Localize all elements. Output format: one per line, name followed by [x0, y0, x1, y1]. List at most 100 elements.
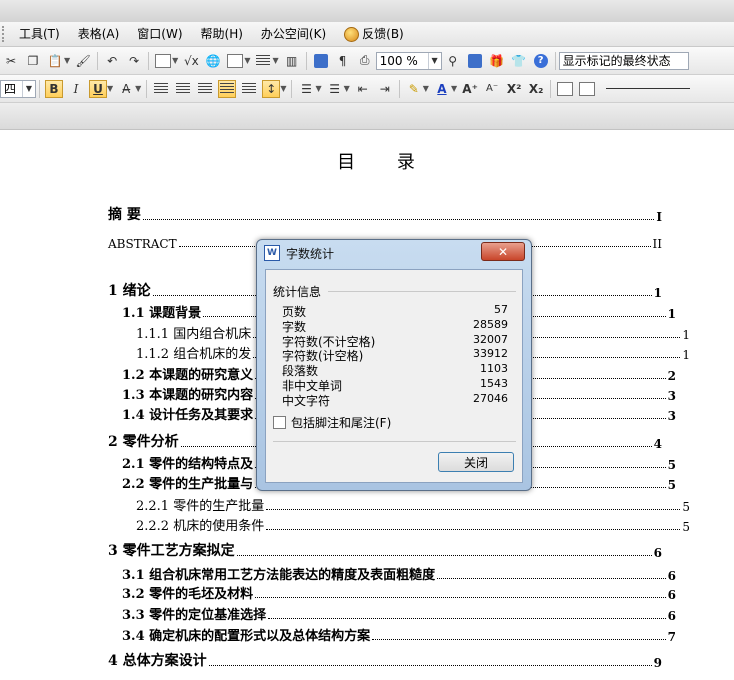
table-dropdown-icon[interactable]: ▼	[172, 56, 178, 65]
toc-entry[interactable]: 3.2 零件的毛坯及材料 6	[108, 582, 676, 602]
numbering-icon[interactable]: ☰	[297, 80, 315, 98]
binoculars-icon[interactable]: ⚲	[444, 52, 462, 70]
menu-office-space[interactable]: 办公空间(K)	[252, 23, 335, 45]
toc-entry[interactable]: 摘 要I	[108, 204, 662, 224]
decrease-indent-icon[interactable]: ⇤	[354, 80, 372, 98]
toc-entry[interactable]: 3.4 确定机床的配置形式以及总体结构方案 7	[108, 624, 676, 644]
superscript-icon[interactable]: X²	[505, 80, 523, 98]
close-button[interactable]: 关闭	[438, 452, 514, 472]
increase-indent-icon[interactable]: ⇥	[376, 80, 394, 98]
menu-window[interactable]: 窗口(W)	[128, 23, 191, 45]
grid-dropdown-icon[interactable]: ▼	[244, 56, 250, 65]
toc-entry-page: 5	[667, 458, 676, 472]
toolbar-separator	[550, 79, 552, 98]
toc-entry[interactable]: 2.2.2 机床的使用条件 5	[108, 514, 690, 534]
toolbar-separator	[148, 51, 150, 70]
toc-entry-title: 3.1 组合机床常用工艺方法能表达的精度及表面粗糙度	[122, 568, 436, 583]
toc-entry[interactable]: 4 总体方案设计 9	[108, 650, 662, 670]
distribute-icon[interactable]	[240, 80, 258, 98]
toc-entry[interactable]: 3 零件工艺方案拟定 6	[108, 540, 662, 560]
highlight-icon[interactable]: ✎	[405, 80, 423, 98]
show-marks-icon[interactable]: ¶	[334, 52, 352, 70]
align-right-icon[interactable]	[196, 80, 214, 98]
underline-button[interactable]: U	[89, 79, 107, 98]
markup-mode-select[interactable]: 显示标记的最终状态	[558, 51, 689, 70]
toc-entry[interactable]: 3.1 组合机床常用工艺方法能表达的精度及表面粗糙度 6	[108, 563, 676, 583]
font-size-dropdown-icon[interactable]: ▼	[22, 80, 35, 97]
table-border-icon[interactable]	[578, 80, 596, 98]
stat-row: 字符数(计空格) 33912	[282, 347, 508, 363]
zoom-dropdown-icon[interactable]: ▼	[427, 52, 441, 69]
undo-icon[interactable]: ↶	[103, 52, 121, 70]
zoom-select[interactable]: 100 % ▼	[375, 51, 442, 70]
shrink-font-icon[interactable]: A⁻	[483, 80, 501, 98]
document-map-icon[interactable]	[312, 52, 330, 70]
font-color-icon[interactable]: A	[433, 80, 451, 98]
subscript-icon[interactable]: X₂	[527, 80, 545, 98]
format-painter-icon[interactable]: 🖌	[74, 52, 92, 70]
stat-value: 32007	[473, 332, 508, 346]
menu-table[interactable]: 表格(A)	[69, 23, 129, 45]
columns-icon[interactable]	[254, 52, 272, 70]
toolbar-separator	[146, 79, 148, 98]
toc-entry-title: 1.3 本课题的研究内容	[122, 388, 254, 403]
toc-entry-page: 1	[653, 286, 662, 300]
font-color-dropdown-icon[interactable]: ▼	[451, 84, 457, 93]
menu-feedback[interactable]: 反馈(B)	[335, 23, 413, 45]
dialog-titlebar[interactable]: W 字数统计 ✕	[257, 240, 531, 266]
char-shading-dropdown-icon[interactable]: ▼	[135, 84, 141, 93]
menu-help[interactable]: 帮助(H)	[192, 23, 252, 45]
toolbar-separator	[554, 51, 556, 70]
paste-icon[interactable]: 📋	[46, 52, 64, 70]
stat-row: 中文字符 27046	[282, 392, 508, 408]
gift-icon[interactable]: 🎁	[488, 52, 506, 70]
grow-font-icon[interactable]: A⁺	[461, 80, 479, 98]
insert-table-icon[interactable]	[154, 52, 172, 70]
toc-entry-title: 2.2 零件的生产批量与	[122, 477, 254, 492]
toc-entry[interactable]: 2.2.1 零件的生产批量 5	[108, 494, 690, 514]
numbering-dropdown-icon[interactable]: ▼	[315, 84, 321, 93]
align-justify-icon[interactable]	[218, 79, 237, 98]
menubar-grip[interactable]	[2, 26, 10, 42]
formula-icon[interactable]: √x	[182, 52, 200, 70]
char-shading-icon[interactable]: A̶	[117, 80, 135, 98]
border-icon[interactable]	[556, 80, 574, 98]
copy-icon[interactable]: ❐	[24, 52, 42, 70]
columns-dropdown-icon[interactable]: ▼	[272, 56, 278, 65]
cut-icon[interactable]: ✂	[2, 52, 20, 70]
bullets-icon[interactable]: ☰	[326, 80, 344, 98]
help-icon[interactable]: ?	[532, 52, 550, 70]
bold-button[interactable]: B	[45, 79, 63, 98]
highlight-dropdown-icon[interactable]: ▼	[423, 84, 429, 93]
zoom-value: 100 %	[379, 53, 418, 68]
toc-entry[interactable]: 3.3 零件的定位基准选择 6	[108, 603, 676, 623]
stat-label: 非中文单词	[282, 379, 343, 393]
toc-leader-dots	[208, 665, 652, 666]
close-icon[interactable]: ✕	[481, 242, 525, 261]
drawing-icon[interactable]: ▥	[283, 52, 301, 70]
toolbar-separator	[97, 51, 99, 70]
print-preview-icon[interactable]: ⎙	[356, 52, 374, 70]
italic-button[interactable]: I	[67, 80, 85, 98]
toc-entry-page: 5	[667, 478, 676, 492]
shirt-icon[interactable]: 👕	[510, 52, 528, 70]
include-footnotes-checkbox[interactable]: 包括脚注和尾注(F)	[273, 414, 391, 431]
paste-dropdown-icon[interactable]: ▼	[64, 56, 70, 65]
align-center-icon[interactable]	[174, 80, 192, 98]
web-icon[interactable]: 🌐	[204, 52, 222, 70]
redo-icon[interactable]: ↷	[125, 52, 143, 70]
underline-dropdown-icon[interactable]: ▼	[107, 84, 113, 93]
line-style-preview[interactable]	[606, 88, 691, 89]
font-size-select[interactable]: 四 ▼	[0, 79, 36, 98]
wps-logo-icon[interactable]	[466, 52, 484, 70]
grid-table-icon[interactable]	[226, 52, 244, 70]
toc-entry-page: 1	[682, 348, 690, 362]
bullets-dropdown-icon[interactable]: ▼	[344, 84, 350, 93]
menu-tools[interactable]: 工具(T)	[10, 23, 69, 45]
line-spacing-dropdown-icon[interactable]: ▼	[280, 84, 286, 93]
checkbox-box[interactable]	[273, 416, 286, 429]
line-spacing-icon[interactable]: ↕	[262, 79, 281, 98]
align-left-icon[interactable]	[152, 80, 170, 98]
feedback-icon	[344, 26, 360, 42]
stat-value: 33912	[473, 347, 508, 361]
